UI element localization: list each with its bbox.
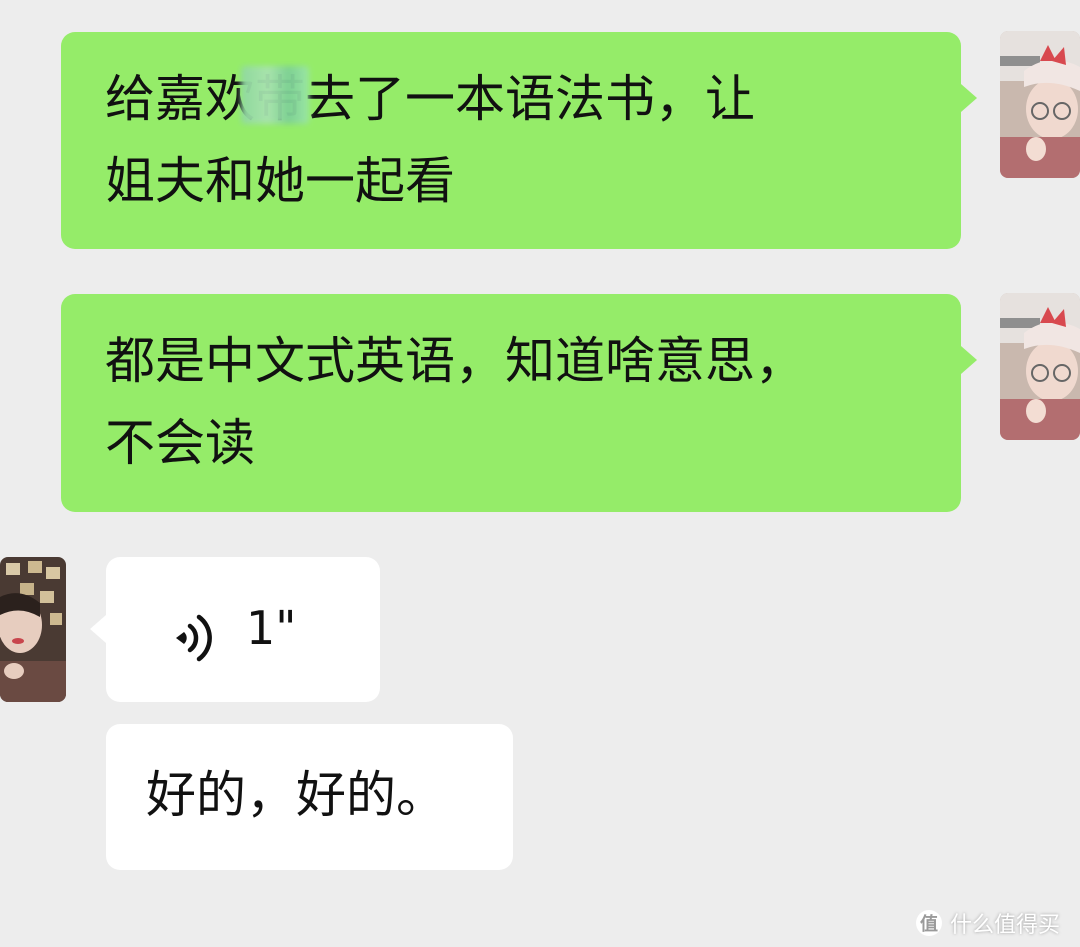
avatar-self[interactable] (1000, 31, 1080, 178)
message-text-line: 姐夫和她一起看 (105, 152, 455, 210)
voice-wave-icon (172, 605, 222, 662)
voice-duration: 1" (246, 601, 297, 655)
message-bubble-sent[interactable]: 都是中文式英语，知道啥意思， 不会读 (61, 294, 961, 512)
message-bubble-received[interactable]: 好的，好的。 (106, 724, 513, 870)
watermark-text: 什么值得买 (949, 913, 1060, 938)
message-bubble-sent[interactable]: 给嘉欢带去了一本语法书，让 姐夫和她一起看 (61, 32, 961, 249)
message-text-line: 给嘉欢带去了一本语法书，让 (105, 70, 755, 128)
bubble-tail (961, 84, 977, 112)
chat-area: 给嘉欢带去了一本语法书，让 姐夫和她一起看 都是中文式英语，知道啥意思， 不会读 (0, 0, 1080, 947)
bubble-tail (90, 615, 106, 643)
privacy-blur (241, 66, 309, 124)
message-text-line: 都是中文式英语，知道啥意思， (105, 332, 805, 390)
watermark-logo-icon: 值 (915, 910, 942, 936)
voice-message-bubble[interactable]: 1" (106, 557, 380, 702)
avatar-self[interactable] (1000, 293, 1080, 440)
message-text-line: 不会读 (105, 414, 255, 472)
message-text-line: 好的，好的。 (146, 766, 446, 824)
bubble-tail (961, 346, 977, 374)
watermark: 值 什么值得买 (915, 907, 1060, 939)
avatar-contact[interactable] (0, 557, 66, 702)
